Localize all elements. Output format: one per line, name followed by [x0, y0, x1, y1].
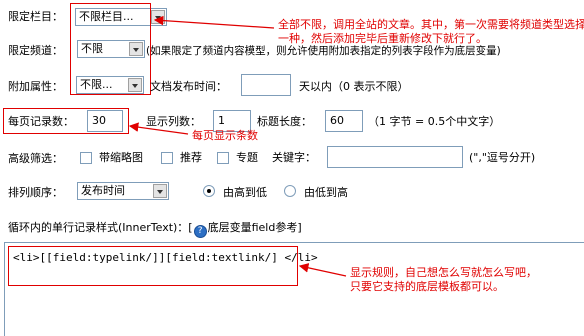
arrow-top-note: [153, 15, 275, 29]
arrow-template-note: [298, 263, 347, 277]
arrow-page-size-note: [128, 122, 189, 135]
annotation-arrows: [128, 15, 347, 277]
